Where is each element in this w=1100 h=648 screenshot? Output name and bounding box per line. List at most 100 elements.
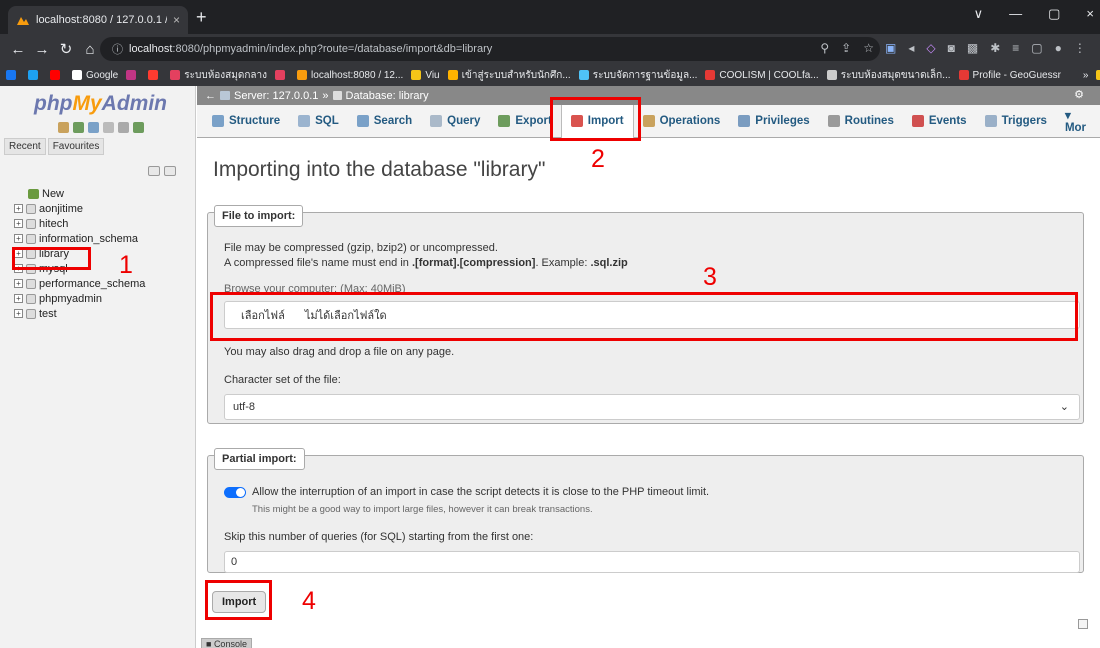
database-label[interactable]: information_schema xyxy=(39,233,138,245)
bookmark-item[interactable] xyxy=(28,70,42,80)
expand-icon[interactable]: + xyxy=(14,234,23,243)
tab-search-icon[interactable]: ∨ xyxy=(974,6,984,22)
settings-icon[interactable] xyxy=(118,122,129,133)
query-window-icon[interactable] xyxy=(88,122,99,133)
tab-search[interactable]: Search xyxy=(348,105,421,138)
database-label[interactable]: phpmyadmin xyxy=(39,293,102,305)
favourites-tab[interactable]: Favourites xyxy=(47,138,105,155)
partial-import-fieldset: Partial import: Allow the interruption o… xyxy=(207,448,1084,573)
tab-privileges[interactable]: Privileges xyxy=(729,105,818,138)
close-tab-icon[interactable]: × xyxy=(173,13,180,27)
tab-mor[interactable]: ▾ Mor xyxy=(1056,105,1100,138)
database-label[interactable]: test xyxy=(39,308,57,320)
gear-icon[interactable]: ⚙ xyxy=(1074,88,1084,101)
browser-tab[interactable]: localhost:8080 / 127.0.0.1 / libra × xyxy=(8,6,188,34)
reload-nav-icon[interactable] xyxy=(133,122,144,133)
logout-icon[interactable] xyxy=(73,122,84,133)
bookmark-favicon-icon xyxy=(447,70,458,80)
side-panel-icon[interactable]: ▢ xyxy=(1031,41,1042,55)
tab-events[interactable]: Events xyxy=(903,105,976,138)
zoom-icon[interactable]: ⚲ xyxy=(820,41,829,55)
compression-name-info: A compressed file's name must end in .[f… xyxy=(224,257,628,269)
charset-select[interactable]: utf-8 ⌄ xyxy=(224,394,1080,420)
sidebar-item-aonjitime[interactable]: + aonjitime xyxy=(14,201,145,216)
console-tab[interactable]: ■ Console xyxy=(201,638,252,648)
bookmark-item[interactable]: บุ๊กมาร์กทั้งหมด xyxy=(1096,68,1100,83)
scroll-indicator[interactable] xyxy=(1078,619,1088,629)
tab-triggers[interactable]: Triggers xyxy=(976,105,1056,138)
tab-query[interactable]: Query xyxy=(421,105,489,138)
collapse-arrow-icon[interactable]: ← xyxy=(205,90,216,102)
profile-avatar-icon[interactable]: ● xyxy=(1055,41,1062,55)
bookmark-item[interactable]: ระบบจัดการฐานข้อมูล... xyxy=(578,68,697,83)
close-window-icon[interactable]: × xyxy=(1086,6,1094,22)
extensions-puzzle-icon[interactable]: ✱ xyxy=(990,41,1000,55)
bookmark-item[interactable]: Google xyxy=(72,70,118,81)
bookmark-item[interactable]: ระบบห้องสมุดกลาง xyxy=(170,68,267,83)
forward-icon[interactable]: → xyxy=(30,41,54,58)
share-icon[interactable]: ⇪ xyxy=(841,41,851,55)
bookmark-item[interactable] xyxy=(275,70,289,80)
bookmark-item[interactable] xyxy=(50,70,64,80)
phpmyadmin-logo[interactable]: phpMyAdmin xyxy=(34,92,167,116)
database-label[interactable]: New xyxy=(42,188,64,200)
site-info-icon[interactable]: ⓘ xyxy=(112,41,123,57)
bookmark-item[interactable] xyxy=(6,70,20,80)
charset-label: Character set of the file: xyxy=(224,374,341,386)
back-icon[interactable]: ← xyxy=(6,41,30,58)
extension-icon[interactable]: ▣ xyxy=(885,41,896,55)
bookmark-item[interactable]: COOLISM | COOLfa... xyxy=(705,70,819,81)
home-icon[interactable]: ⌂ xyxy=(78,41,102,58)
extension-icon[interactable]: ◙ xyxy=(948,41,955,55)
expand-icon[interactable]: + xyxy=(14,279,23,288)
database-label[interactable]: hitech xyxy=(39,218,68,230)
annotation-box-3 xyxy=(210,292,1078,341)
bookmark-favicon-icon xyxy=(72,70,82,80)
recent-favourites-tabs: Recent Favourites xyxy=(4,138,105,155)
tab-operations[interactable]: Operations xyxy=(634,105,730,138)
home-icon[interactable] xyxy=(58,122,69,133)
bookmark-item[interactable] xyxy=(148,70,162,80)
reload-icon[interactable]: ↻ xyxy=(54,40,78,58)
maximize-icon[interactable]: ▢ xyxy=(1048,6,1060,22)
database-label[interactable]: aonjitime xyxy=(39,203,83,215)
extension-icon[interactable]: ◇ xyxy=(926,41,935,55)
sidebar-item-phpmyadmin[interactable]: + phpmyadmin xyxy=(14,291,145,306)
breadcrumb-server[interactable]: Server: 127.0.0.1 xyxy=(234,90,318,102)
bookmark-item[interactable]: เข้าสู่ระบบสำหรับนักศึก... xyxy=(447,68,571,83)
tab-label: Export xyxy=(515,115,552,127)
tab-structure[interactable]: Structure xyxy=(203,105,289,138)
extension-icon[interactable]: ◂ xyxy=(908,41,914,55)
bookmark-item[interactable]: » xyxy=(1068,70,1088,81)
collapse-all-icon[interactable] xyxy=(148,166,160,176)
tab-routines[interactable]: Routines xyxy=(819,105,903,138)
breadcrumb-database[interactable]: Database: library xyxy=(346,90,429,102)
docs-icon[interactable] xyxy=(103,122,114,133)
bookmark-favicon-icon xyxy=(1068,70,1079,80)
skip-queries-input[interactable]: 0 xyxy=(224,551,1080,573)
sidebar-item-test[interactable]: + test xyxy=(14,306,145,321)
minimize-icon[interactable]: — xyxy=(1009,6,1022,22)
tab-sql[interactable]: SQL xyxy=(289,105,348,138)
menu-kebab-icon[interactable]: ⋮ xyxy=(1074,41,1086,55)
expand-icon[interactable]: + xyxy=(14,204,23,213)
expand-icon[interactable]: + xyxy=(14,294,23,303)
reading-list-icon[interactable]: ≡ xyxy=(1012,41,1019,55)
extension-icon[interactable]: ▩ xyxy=(967,41,978,55)
new-tab-button[interactable]: + xyxy=(196,8,207,26)
bookmark-item[interactable]: localhost:8080 / 12... xyxy=(297,70,403,81)
allow-interrupt-toggle[interactable] xyxy=(224,486,246,498)
expand-icon[interactable]: + xyxy=(14,219,23,228)
sidebar-item-new[interactable]: New xyxy=(14,186,145,201)
link-with-main-icon[interactable] xyxy=(164,166,176,176)
bookmark-item[interactable]: ระบบห้องสมุดขนาดเล็ก... xyxy=(826,68,951,83)
expand-icon[interactable]: + xyxy=(14,309,23,318)
url-input[interactable]: ⓘ localhost :8080/phpmyadmin/index.php?r… xyxy=(100,37,880,61)
recent-tab[interactable]: Recent xyxy=(4,138,46,155)
bookmark-item[interactable] xyxy=(126,70,140,80)
bookmark-star-icon[interactable]: ☆ xyxy=(863,41,874,55)
bookmark-item[interactable]: Profile - GeoGuessr xyxy=(958,70,1061,81)
bookmark-item[interactable]: Viu xyxy=(411,70,440,81)
sidebar-item-hitech[interactable]: + hitech xyxy=(14,216,145,231)
sidebar-item-information-schema[interactable]: + information_schema xyxy=(14,231,145,246)
